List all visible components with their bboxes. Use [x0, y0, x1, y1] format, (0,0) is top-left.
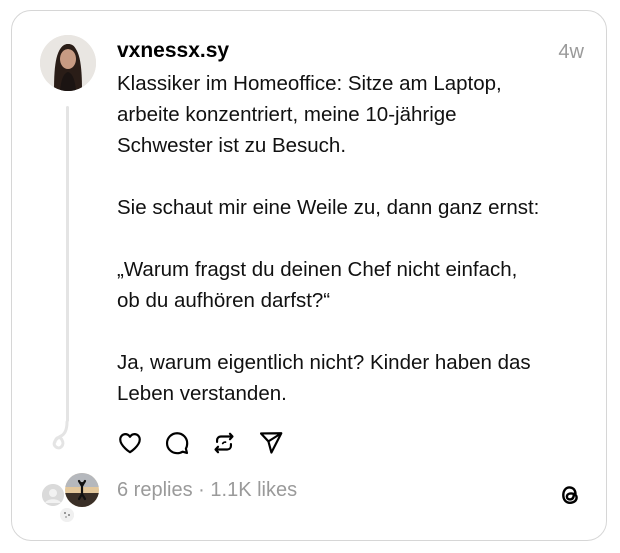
threads-logo-icon[interactable] — [556, 481, 584, 509]
post-line: Ja, warum eigentlich nicht? Kinder haben… — [117, 351, 531, 374]
likes-count[interactable]: 1.1K likes — [210, 479, 297, 501]
comment-bubble-icon — [165, 432, 189, 455]
author-avatar[interactable] — [40, 35, 96, 91]
post-paragraph: Sie schaut mir eine Weile zu, dann ganz … — [117, 192, 587, 223]
post-line: arbeite konzentriert, meine 10-jährige — [117, 103, 457, 126]
share-button[interactable] — [257, 429, 285, 457]
mini-avatar-icon — [60, 508, 74, 522]
post-line: „Warum fragst du deinen Chef nicht einfa… — [117, 258, 518, 281]
avatar-image — [40, 35, 96, 91]
post-line: Klassiker im Homeoffice: Sitze am Laptop… — [117, 72, 502, 95]
comment-button[interactable] — [163, 429, 191, 457]
stats-separator: · — [192, 479, 211, 501]
like-button[interactable] — [116, 429, 144, 457]
thread-line — [66, 106, 69, 422]
reply-avatar — [40, 482, 66, 508]
replies-count[interactable]: 6 replies — [117, 479, 193, 501]
sunset-silhouette-image — [65, 473, 99, 507]
repost-button[interactable] — [210, 429, 238, 457]
post-body: Klassiker im Homeoffice: Sitze am Laptop… — [117, 68, 587, 409]
send-icon — [259, 432, 283, 454]
timestamp: 4w — [558, 41, 584, 63]
action-bar — [116, 429, 304, 457]
heart-icon — [119, 433, 141, 454]
repost-icon — [214, 432, 234, 454]
post-line: Schwester ist zu Besuch. — [117, 134, 347, 157]
post-paragraph: Klassiker im Homeoffice: Sitze am Laptop… — [117, 68, 587, 161]
post-line: Sie schaut mir eine Weile zu, dann ganz … — [117, 196, 540, 219]
post-line: ob du aufhören darfst?“ — [117, 289, 331, 312]
reply-avatar — [64, 472, 100, 508]
post-paragraph: „Warum fragst du deinen Chef nicht einfa… — [117, 254, 587, 316]
reply-avatars[interactable] — [38, 470, 102, 526]
post-line: Leben verstanden. — [117, 382, 287, 405]
default-user-icon — [42, 484, 64, 506]
thread-loop-icon — [52, 420, 69, 450]
reply-avatar-small — [60, 508, 74, 522]
post-stats: 6 replies · 1.1K likes — [117, 477, 297, 503]
username[interactable]: vxnessx.sy — [117, 38, 229, 64]
post-paragraph: Ja, warum eigentlich nicht? Kinder haben… — [117, 347, 587, 409]
